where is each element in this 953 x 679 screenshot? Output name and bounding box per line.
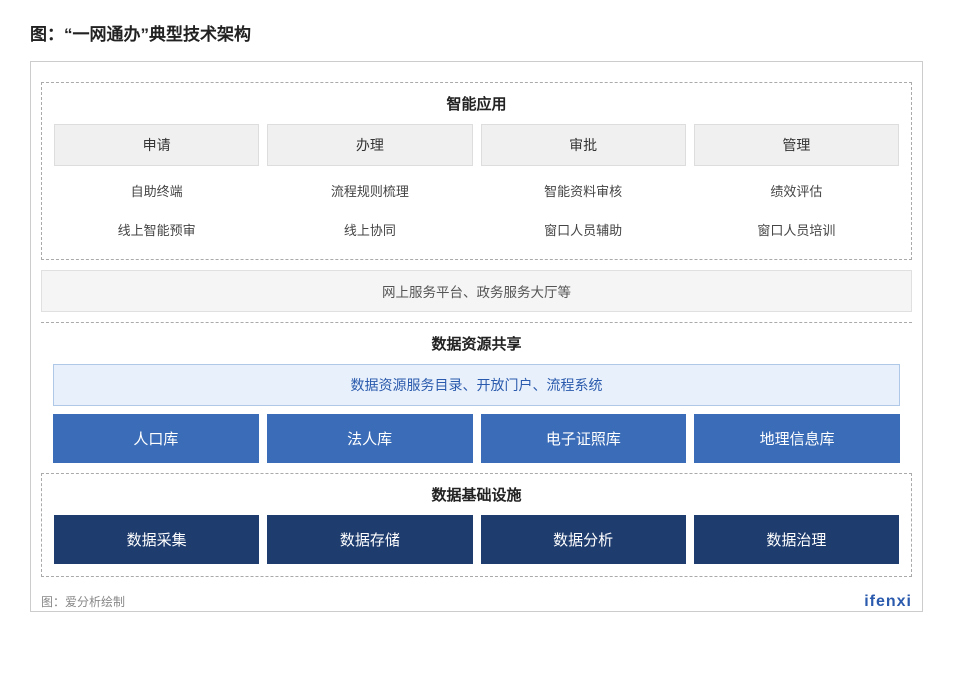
app-content-row2: 线上智能预审 线上协同 窗口人员辅助 窗口人员培训 (54, 215, 899, 246)
data-infra-analyze: 数据分析 (481, 515, 686, 564)
data-resource-bar: 数据资源服务目录、开放门户、流程系统 (53, 364, 900, 406)
footer-right: ifenxi (864, 593, 912, 611)
app-content-manage-1: 绩效评估 (694, 176, 899, 207)
data-infra-store: 数据存储 (267, 515, 472, 564)
footer-left: 图：爱分析绘制 (41, 593, 125, 610)
data-store-geo: 地理信息库 (694, 414, 900, 463)
data-infra-collect: 数据采集 (54, 515, 259, 564)
service-platform-bar: 网上服务平台、政务服务大厅等 (41, 270, 912, 312)
app-content-apply-1: 自助终端 (54, 176, 259, 207)
page-title: 图：“一网通办”典型技术架构 (30, 20, 923, 45)
data-store-electronic-cert: 电子证照库 (481, 414, 687, 463)
section-data-infra-label: 数据基础设施 (54, 484, 899, 505)
app-content-approve-2: 窗口人员辅助 (481, 215, 686, 246)
app-header-manage: 管理 (694, 124, 899, 166)
section-intelligent-app: 智能应用 申请 办理 审批 管理 自助终端 流程规则梳理 智能资料审核 绩效评估… (41, 82, 912, 260)
app-header-approve: 审批 (481, 124, 686, 166)
section-data-resource-label: 数据资源共享 (53, 333, 900, 354)
data-store-legal: 法人库 (267, 414, 473, 463)
app-content-approve-1: 智能资料审核 (481, 176, 686, 207)
data-infra-grid: 数据采集 数据存储 数据分析 数据治理 (54, 515, 899, 564)
app-content-apply-2: 线上智能预审 (54, 215, 259, 246)
app-header-apply: 申请 (54, 124, 259, 166)
data-store-population: 人口库 (53, 414, 259, 463)
app-headers: 申请 办理 审批 管理 (54, 124, 899, 166)
footer: 图：爱分析绘制 ifenxi (41, 587, 912, 611)
data-store-grid: 人口库 法人库 电子证照库 地理信息库 (53, 414, 900, 463)
app-header-handle: 办理 (267, 124, 472, 166)
section-data-resource: 数据资源共享 数据资源服务目录、开放门户、流程系统 人口库 法人库 电子证照库 … (41, 322, 912, 463)
chart-container: 智能应用 申请 办理 审批 管理 自助终端 流程规则梳理 智能资料审核 绩效评估… (30, 61, 923, 612)
app-content-handle-1: 流程规则梳理 (267, 176, 472, 207)
section-data-infra: 数据基础设施 数据采集 数据存储 数据分析 数据治理 (41, 473, 912, 577)
app-content-row1: 自助终端 流程规则梳理 智能资料审核 绩效评估 (54, 176, 899, 207)
app-content-handle-2: 线上协同 (267, 215, 472, 246)
app-content-manage-2: 窗口人员培训 (694, 215, 899, 246)
data-infra-govern: 数据治理 (694, 515, 899, 564)
section-intelligent-app-label: 智能应用 (54, 93, 899, 114)
